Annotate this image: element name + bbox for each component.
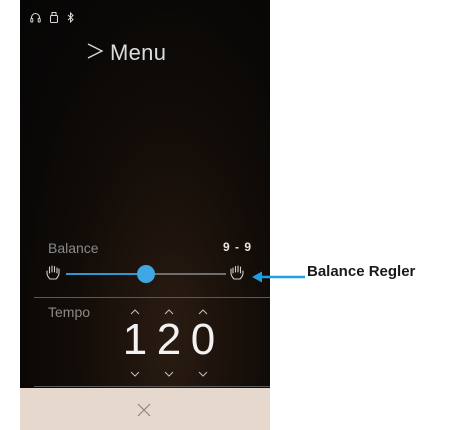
tempo-ones-down-button[interactable] xyxy=(186,368,220,380)
usb-drive-icon xyxy=(50,12,58,26)
callout-label: Balance Regler xyxy=(307,263,416,280)
left-hand-icon xyxy=(46,265,60,286)
close-icon[interactable] xyxy=(136,402,152,423)
tempo-digit-hundreds: 1 xyxy=(122,315,148,364)
divider xyxy=(34,386,270,387)
menu-label: Menu xyxy=(110,40,167,65)
balance-slider-fill xyxy=(66,273,146,275)
tempo-tens-down-button[interactable] xyxy=(152,368,186,380)
status-bar xyxy=(30,11,74,26)
balance-slider-thumb[interactable] xyxy=(137,265,155,283)
divider xyxy=(34,297,270,298)
balance-label: Balance xyxy=(48,240,99,256)
tempo-digit-tens: 2 xyxy=(156,315,182,364)
app-screen: Menu Balance 9 - 9 Tempo 1 2 0 xyxy=(20,0,270,430)
balance-value: 9 - 9 xyxy=(222,240,252,254)
callout-arrow-icon xyxy=(252,271,305,283)
tempo-hundreds-down-button[interactable] xyxy=(118,368,152,380)
bluetooth-icon xyxy=(67,11,74,26)
play-outline-icon xyxy=(86,42,104,65)
tempo-label: Tempo xyxy=(48,304,91,320)
balance-slider-track[interactable] xyxy=(66,265,226,283)
headphones-icon xyxy=(30,12,41,26)
right-hand-icon xyxy=(230,265,244,286)
menu-button[interactable]: Menu xyxy=(86,40,166,66)
tempo-digit-ones: 0 xyxy=(190,315,216,364)
